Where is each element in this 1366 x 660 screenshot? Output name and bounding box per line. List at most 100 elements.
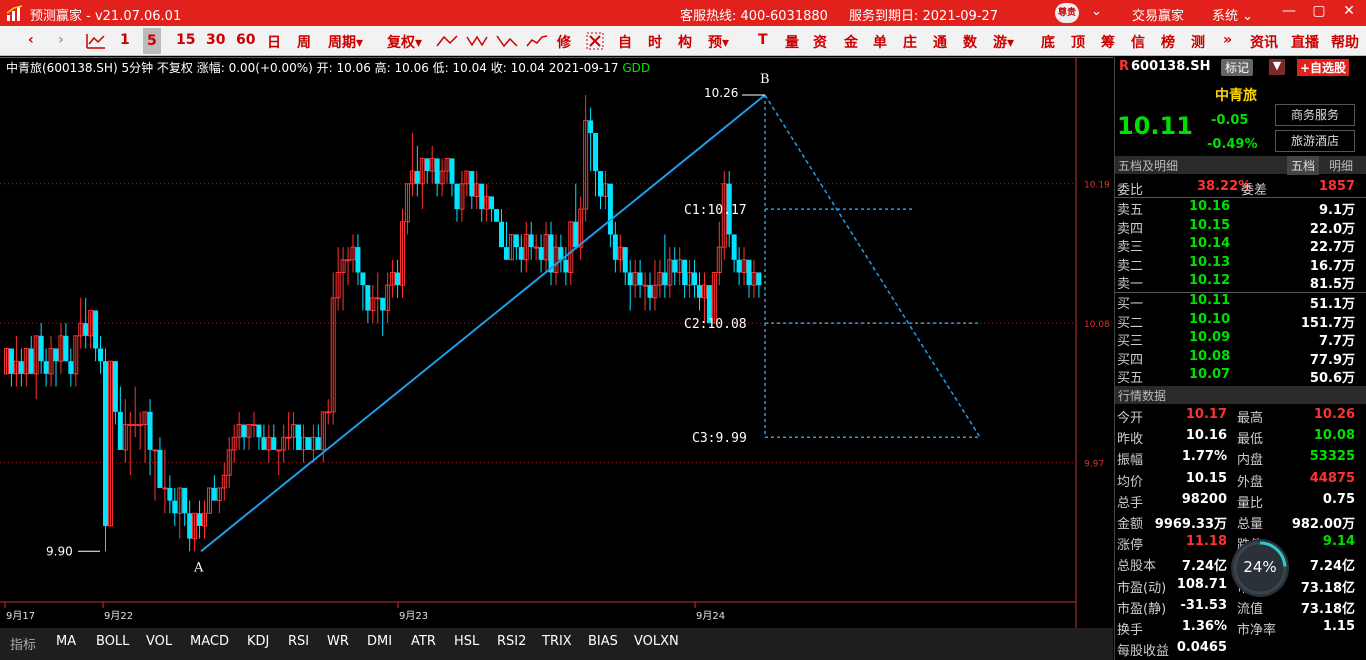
delete-drawing-icon[interactable] xyxy=(586,32,604,50)
kline-chart[interactable]: 10.26 B 9.90 A C1:10.17 C2:10.08 C3:9.99 10.19… xyxy=(0,57,1113,628)
candle-body xyxy=(533,246,539,249)
toolbar-shi[interactable]: 时 xyxy=(648,32,662,52)
minimize-icon[interactable]: — xyxy=(1278,3,1300,19)
industry-tag-2[interactable]: 旅游酒店 xyxy=(1275,130,1355,152)
toolbar-zi[interactable]: 自 xyxy=(618,32,632,52)
edit-button[interactable]: 修 xyxy=(557,32,571,52)
stat-label: 每股收益 xyxy=(1117,644,1170,660)
projection-diagonal xyxy=(764,94,981,438)
level-label: 卖四 xyxy=(1117,221,1144,237)
candle-body xyxy=(315,437,321,450)
toolbar-tong[interactable]: 通 xyxy=(933,32,947,52)
progress-widget[interactable]: 24% xyxy=(1231,539,1289,597)
toolbar-gou[interactable]: 构 xyxy=(678,32,692,52)
candle-body xyxy=(127,424,133,427)
star-icon[interactable]: ▼ xyxy=(1269,59,1285,75)
period-5min[interactable]: 5 xyxy=(143,28,161,54)
fq-dropdown[interactable]: 复权▾ xyxy=(387,32,422,52)
period-week[interactable]: 周 xyxy=(297,32,311,52)
indicator-boll[interactable]: BOLL xyxy=(96,634,129,649)
indicator-trix[interactable]: TRIX xyxy=(542,634,572,649)
stock-info-line: 中青旅(600138.SH) 5分钟 不复权 涨幅: 0.00(+0.00%) … xyxy=(6,59,650,76)
toolbar-zhuang[interactable]: 庄 xyxy=(903,32,917,52)
level-price: 10.09 xyxy=(1189,330,1231,345)
draw-zigzag-icon[interactable] xyxy=(496,34,518,48)
stat-row: 今开 10.17 最高 10.26 xyxy=(1115,407,1355,426)
more-icon[interactable]: » xyxy=(1223,32,1232,48)
b-price-label: 10.26 xyxy=(704,86,738,100)
restore-icon[interactable]: ▢ xyxy=(1308,3,1330,19)
toolbar-di[interactable]: 底 xyxy=(1041,32,1055,52)
stat-label: 最高 xyxy=(1237,411,1264,426)
toolbar-bang[interactable]: 榜 xyxy=(1161,32,1175,52)
mark-button[interactable]: 标记 xyxy=(1221,59,1254,76)
candle-body xyxy=(355,247,361,273)
indicator-rsi2[interactable]: RSI2 xyxy=(497,634,526,649)
toolbar-xin[interactable]: 信 xyxy=(1131,32,1145,52)
candle-body xyxy=(489,196,495,210)
candle-body xyxy=(563,259,569,273)
chevron-down-icon[interactable]: ⌄ xyxy=(1091,4,1102,19)
candle-body xyxy=(682,259,688,286)
toolbar-t[interactable]: T xyxy=(758,32,768,48)
stat-label: 总量 xyxy=(1237,517,1264,532)
indicator-ma[interactable]: MA xyxy=(56,634,76,649)
toolbar-jin[interactable]: 金 xyxy=(844,32,858,52)
live-button[interactable]: 直播 xyxy=(1291,32,1319,52)
period-1min[interactable]: 1 xyxy=(120,32,130,48)
stat-value: 7.24亿 xyxy=(1309,559,1355,575)
progress-value: 24% xyxy=(1243,558,1277,576)
candle-body xyxy=(98,348,104,362)
indicator-volxn[interactable]: VOLXN xyxy=(634,634,679,649)
period-day[interactable]: 日 xyxy=(267,32,281,52)
forward-arrow-icon[interactable]: › xyxy=(58,32,64,48)
toolbar-shu[interactable]: 数 xyxy=(963,32,977,52)
industry-tag-1[interactable]: 商务服务 xyxy=(1275,104,1355,126)
news-button[interactable]: 资讯 xyxy=(1250,32,1278,52)
indicator-hsl[interactable]: HSL xyxy=(454,634,479,649)
tab-strip: 五档及明细 五档 明细 xyxy=(1115,156,1366,175)
stat-label: 总股本 xyxy=(1117,559,1157,575)
indicator-dmi[interactable]: DMI xyxy=(367,634,392,649)
period-60min[interactable]: 60 xyxy=(236,32,255,48)
period-dropdown[interactable]: 周期▾ xyxy=(328,32,363,52)
period-30min[interactable]: 30 xyxy=(206,32,225,48)
toolbar-you-dropdown[interactable]: 游▾ xyxy=(993,32,1014,52)
toolbar-ce[interactable]: 测 xyxy=(1191,32,1205,52)
close-icon[interactable]: ✕ xyxy=(1338,3,1360,19)
tab-detail[interactable]: 明细 xyxy=(1325,157,1357,174)
tab-five[interactable]: 五档 xyxy=(1287,156,1320,175)
help-button[interactable]: 帮助 xyxy=(1331,32,1359,52)
toolbar-dan[interactable]: 单 xyxy=(873,32,887,52)
stat-value: 0.0465 xyxy=(1176,640,1227,656)
indicator-macd[interactable]: MACD xyxy=(190,634,229,649)
indicator-vol[interactable]: VOL xyxy=(146,634,172,649)
add-watchlist-button[interactable]: +自选股 xyxy=(1297,59,1350,76)
toolbar-chou[interactable]: 筹 xyxy=(1101,32,1115,52)
candle-body xyxy=(642,284,648,287)
toolbar-yu-dropdown[interactable]: 预▾ xyxy=(708,32,729,52)
toolbar-ding[interactable]: 顶 xyxy=(1071,32,1085,52)
draw-line-icon[interactable] xyxy=(436,34,458,48)
toolbar-liang[interactable]: 量 xyxy=(785,32,799,52)
indicator-bias[interactable]: BIAS xyxy=(588,634,618,649)
indicator-atr[interactable]: ATR xyxy=(411,634,436,649)
back-arrow-icon[interactable]: ‹ xyxy=(28,32,34,48)
candle-body xyxy=(697,285,702,298)
kline-chart-icon[interactable] xyxy=(86,33,106,49)
indicator-wr[interactable]: WR xyxy=(327,634,349,649)
stats-title: 行情数据 xyxy=(1118,389,1167,403)
candle-body xyxy=(276,449,282,452)
indicator-rsi[interactable]: RSI xyxy=(288,634,309,649)
user-avatar[interactable]: 尊贵 xyxy=(1055,3,1079,23)
candle-body xyxy=(513,234,519,248)
kline-chart-pane[interactable]: 10.26 B 9.90 A C1:10.17 C2:10.08 C3:9.99 10.19… xyxy=(0,57,1113,628)
draw-trend-icon[interactable] xyxy=(526,34,548,48)
toolbar-zi2[interactable]: 资 xyxy=(813,32,827,52)
draw-wave-icon[interactable] xyxy=(466,34,488,48)
candle-body xyxy=(395,272,401,286)
period-15min[interactable]: 15 xyxy=(176,32,195,48)
menu-system[interactable]: 系统 ⌄ xyxy=(1212,5,1253,24)
menu-trade[interactable]: 交易赢家 xyxy=(1132,5,1184,24)
indicator-kdj[interactable]: KDJ xyxy=(247,634,269,649)
